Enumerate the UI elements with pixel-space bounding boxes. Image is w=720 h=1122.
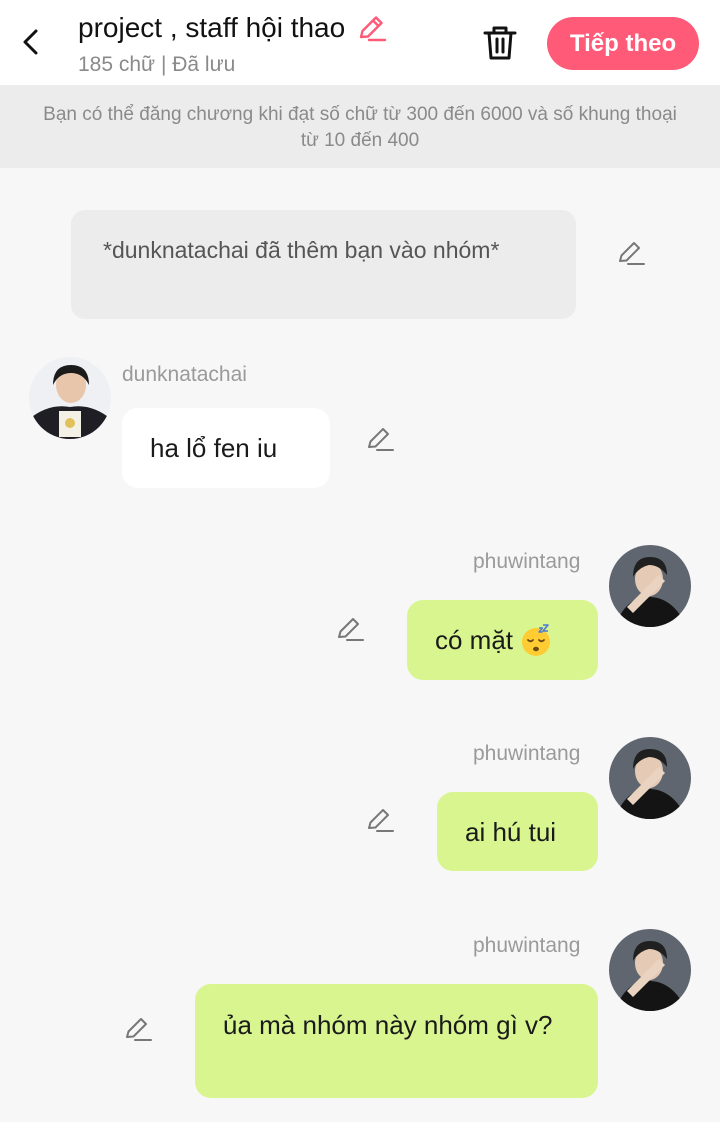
- edit-icon[interactable]: [123, 1014, 153, 1044]
- edit-icon[interactable]: [616, 238, 646, 268]
- edit-icon[interactable]: [335, 614, 365, 644]
- publish-requirement-notice: Bạn có thể đăng chương khi đạt số chữ từ…: [0, 85, 720, 168]
- top-bar: project , staff hội thao 185 chữ | Đã lư…: [0, 0, 720, 85]
- message-bubble[interactable]: ha lổ fen iu: [122, 408, 330, 488]
- sender-name: phuwintang: [473, 550, 581, 573]
- sender-name: phuwintang: [473, 934, 581, 957]
- next-button[interactable]: Tiếp theo: [547, 17, 699, 70]
- sender-name: phuwintang: [473, 742, 581, 765]
- trash-icon: [483, 26, 517, 60]
- avatar-image: [609, 737, 691, 819]
- message-bubble[interactable]: ai hú tui: [437, 792, 598, 871]
- sleeping-face-icon: [522, 624, 551, 656]
- message-text: ủa mà nhóm này nhóm gì v?: [223, 1010, 553, 1040]
- avatar-image: [609, 929, 691, 1011]
- message-text: có mặt: [435, 625, 514, 655]
- sender-name: dunknatachai: [122, 363, 247, 386]
- avatar-image: [29, 357, 111, 439]
- message-bubble[interactable]: ủa mà nhóm này nhóm gì v?: [195, 984, 598, 1098]
- edit-icon[interactable]: [365, 805, 395, 835]
- delete-button[interactable]: [480, 22, 520, 64]
- title-row: project , staff hội thao: [78, 10, 387, 46]
- message-text: ha lổ fen iu: [150, 433, 278, 463]
- back-button[interactable]: [14, 22, 48, 62]
- word-count-status: 185 chữ | Đã lưu: [78, 53, 236, 76]
- avatar[interactable]: [609, 737, 691, 819]
- edit-icon[interactable]: [365, 424, 395, 454]
- chat-editor-screen: project , staff hội thao 185 chữ | Đã lư…: [0, 0, 720, 1122]
- system-message[interactable]: *dunknatachai đã thêm bạn vào nhóm*: [71, 210, 576, 319]
- message-bubble[interactable]: có mặt: [407, 600, 598, 680]
- message-text: ai hú tui: [465, 816, 557, 847]
- avatar[interactable]: [609, 545, 691, 627]
- avatar[interactable]: [609, 929, 691, 1011]
- story-title: project , staff hội thao: [78, 12, 346, 43]
- chevron-left-icon: [23, 29, 38, 55]
- avatar-image: [609, 545, 691, 627]
- avatar[interactable]: [29, 357, 111, 439]
- pencil-icon[interactable]: [355, 12, 387, 44]
